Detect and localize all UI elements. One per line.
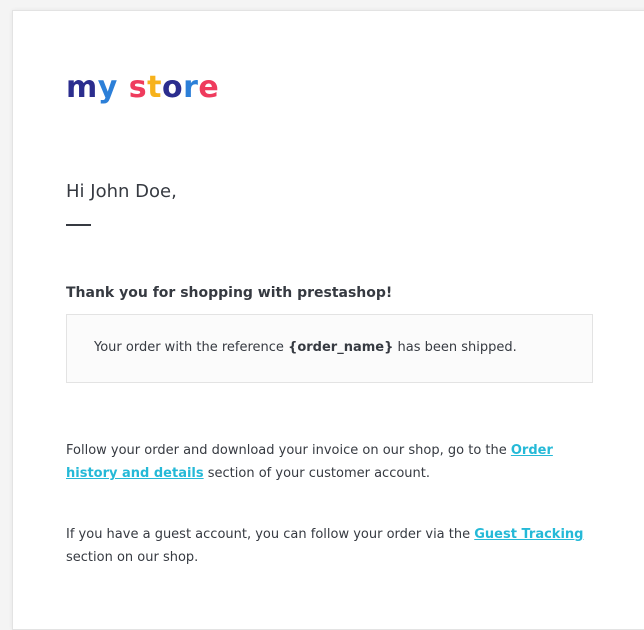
logo-letter-y: y (97, 70, 118, 105)
paragraph1-prefix: Follow your order and download your invo… (66, 443, 511, 458)
order-history-paragraph: Follow your order and download your invo… (66, 439, 596, 485)
thanks-message: Thank you for shopping with prestashop! (66, 285, 393, 301)
notice-suffix: has been shipped. (393, 340, 517, 355)
shipment-notice-text: Your order with the reference {order_nam… (94, 340, 517, 355)
notice-prefix: Your order with the reference (94, 340, 289, 355)
email-card: my store Hi John Doe, Thank you for shop… (12, 10, 644, 630)
guest-tracking-paragraph: If you have a guest account, you can fol… (66, 523, 596, 569)
logo-letter-o: o (161, 70, 184, 105)
logo-letter-t: t (147, 70, 162, 105)
logo-letter-r: r (183, 70, 199, 105)
paragraph2-suffix: section on our shop. (66, 550, 199, 565)
logo-letter-s: s (128, 70, 148, 105)
order-reference: {order_name} (288, 340, 394, 355)
logo-letter-m: m (66, 70, 98, 105)
paragraph1-suffix: section of your customer account. (203, 466, 431, 481)
greeting-heading: Hi John Doe, (66, 181, 177, 202)
paragraph2-prefix: If you have a guest account, you can fol… (66, 527, 475, 542)
heading-divider (66, 224, 91, 226)
store-logo: my store (66, 73, 219, 103)
logo-letter-e: e (198, 70, 220, 105)
logo-letter-space (118, 73, 129, 103)
shipment-notice-box: Your order with the reference {order_nam… (66, 314, 593, 383)
guest-tracking-link[interactable]: Guest Tracking (474, 527, 583, 542)
